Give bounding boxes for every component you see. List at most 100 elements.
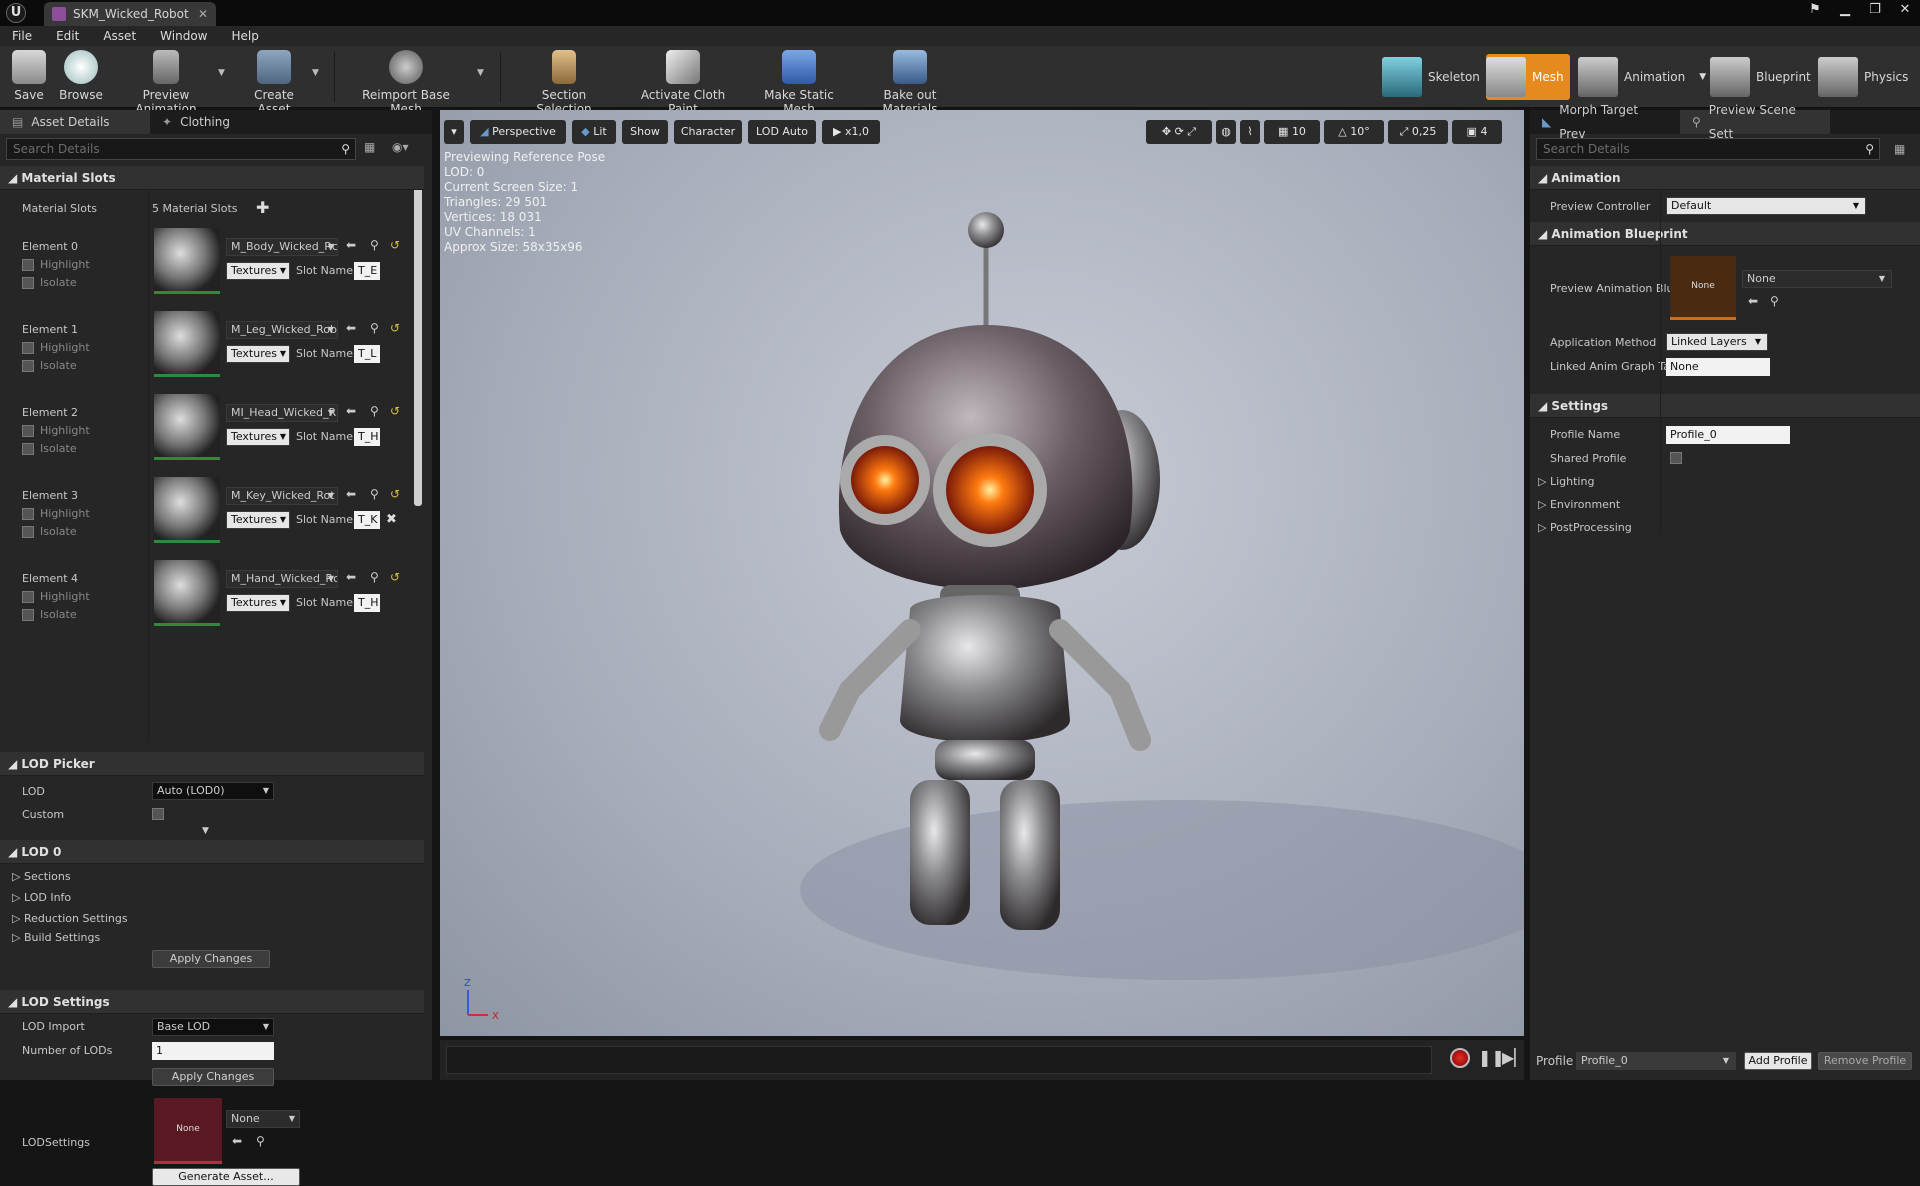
activate-cloth-paint-button[interactable]: Activate Cloth Paint (626, 50, 740, 116)
anim-blueprint-select[interactable]: None ▼ (1742, 270, 1892, 288)
preview-animation-dropdown-icon[interactable]: ▼ (218, 68, 225, 78)
scrollbar[interactable] (414, 166, 422, 506)
material-thumbnail[interactable] (154, 560, 220, 626)
reimport-base-mesh-button[interactable]: Reimport Base Mesh (348, 50, 464, 116)
tab-clothing[interactable]: ✦ Clothing (150, 110, 300, 134)
step-forward-icon[interactable]: ▶▏ (1502, 1048, 1527, 1067)
highlight-option[interactable]: Highlight (22, 341, 90, 354)
isolate-checkbox[interactable] (22, 609, 34, 621)
mode-animation[interactable]: Animation ▼ (1578, 54, 1706, 100)
menu-asset[interactable]: Asset (103, 29, 136, 43)
lod0-sections[interactable]: ▷ Sections (12, 870, 71, 883)
use-selected-arrow-icon[interactable]: ⬅ (346, 404, 356, 418)
browse-search-icon[interactable]: ⚲ (1770, 294, 1779, 308)
browse-search-icon[interactable]: ⚲ (256, 1134, 265, 1148)
isolate-option[interactable]: Isolate (22, 276, 77, 289)
scene-search-input[interactable]: Search Details ⚲ (1536, 138, 1880, 160)
reset-to-default-icon[interactable]: ↺ (390, 321, 400, 335)
profile-name-input[interactable]: Profile_0 (1666, 426, 1790, 444)
scale-snap-button[interactable]: ⤢ 0,25 (1388, 120, 1448, 144)
reset-to-default-icon[interactable]: ↺ (390, 404, 400, 418)
isolate-checkbox[interactable] (22, 277, 34, 289)
highlight-checkbox[interactable] (22, 591, 34, 603)
add-profile-button[interactable]: Add Profile (1744, 1052, 1812, 1070)
menu-edit[interactable]: Edit (56, 29, 79, 43)
textures-dropdown[interactable]: Textures ▼ (226, 262, 290, 280)
view-options-icon[interactable]: ▦ (1894, 142, 1905, 156)
profile-select[interactable]: Profile_0 ▼ (1576, 1052, 1736, 1070)
bake-out-materials-button[interactable]: Bake out Materials (858, 50, 962, 116)
lodsettings-thumbnail[interactable]: None (154, 1098, 222, 1164)
animation-dropdown-icon[interactable]: ▼ (1699, 72, 1706, 82)
lodsettings-asset-select[interactable]: None ▼ (226, 1110, 300, 1128)
highlight-checkbox[interactable] (22, 425, 34, 437)
slot-name-input[interactable]: T_H (354, 428, 380, 446)
anim-blueprint-thumbnail[interactable]: None (1670, 256, 1736, 320)
postprocessing-expander[interactable]: ▷ PostProcessing (1538, 521, 1632, 534)
lod-auto-button[interactable]: LOD Auto (748, 120, 816, 144)
save-button[interactable]: Save (8, 50, 50, 106)
close-tab-icon[interactable]: ✕ (198, 7, 208, 21)
reset-to-default-icon[interactable]: ↺ (390, 238, 400, 252)
slot-name-input[interactable]: T_E (354, 262, 380, 280)
section-selection-button[interactable]: Section Selection (516, 50, 612, 116)
surface-snap-icon[interactable]: ⌇ (1240, 120, 1260, 144)
use-selected-arrow-icon[interactable]: ⬅ (1748, 294, 1758, 308)
record-icon[interactable] (1450, 1048, 1470, 1068)
pause-icon[interactable]: ❚❚ (1478, 1048, 1505, 1067)
transform-tools-group[interactable]: ✥ ⟳ ⤢ (1146, 120, 1212, 144)
application-method-select[interactable]: Linked Layers ▼ (1666, 333, 1768, 351)
animation-category[interactable]: ◢ Animation (1530, 166, 1920, 190)
lod0-info[interactable]: ▷ LOD Info (12, 891, 71, 904)
create-asset-dropdown-icon[interactable]: ▼ (312, 68, 319, 78)
isolate-checkbox[interactable] (22, 526, 34, 538)
isolate-checkbox[interactable] (22, 443, 34, 455)
lit-button[interactable]: ◆ Lit (572, 120, 616, 144)
highlight-option[interactable]: Highlight (22, 258, 90, 271)
mode-mesh[interactable]: Mesh (1486, 54, 1570, 100)
character-button[interactable]: Character (674, 120, 742, 144)
menu-window[interactable]: Window (160, 29, 207, 43)
browse-search-icon[interactable]: ⚲ (370, 321, 379, 335)
slot-name-input[interactable]: T_K (354, 511, 380, 529)
material-thumbnail[interactable] (154, 394, 220, 460)
use-selected-arrow-icon[interactable]: ⬅ (346, 238, 356, 252)
textures-dropdown[interactable]: Textures ▼ (226, 345, 290, 363)
reimport-dropdown-icon[interactable]: ▼ (477, 68, 484, 78)
number-of-lods-input[interactable]: 1 (152, 1042, 274, 1060)
highlight-option[interactable]: Highlight (22, 424, 90, 437)
playback-speed-button[interactable]: ▶ x1,0 (822, 120, 880, 144)
textures-dropdown[interactable]: Textures ▼ (226, 594, 290, 612)
browse-button[interactable]: Browse (58, 50, 104, 106)
mode-physics[interactable]: Physics (1818, 54, 1908, 100)
browse-search-icon[interactable]: ⚲ (370, 404, 379, 418)
shared-profile-checkbox[interactable] (1670, 452, 1682, 464)
lod-settings-category[interactable]: ◢ LOD Settings (0, 990, 424, 1014)
isolate-checkbox[interactable] (22, 360, 34, 372)
linked-anim-graph-input[interactable]: None (1666, 358, 1770, 376)
document-tab[interactable]: SKM_Wicked_Robot ✕ (44, 2, 216, 26)
isolate-option[interactable]: Isolate (22, 442, 77, 455)
tab-morph-target-preview[interactable]: ◣ Morph Target Prev (1530, 103, 1680, 141)
highlight-checkbox[interactable] (22, 508, 34, 520)
expand-advanced-icon[interactable]: ▼ (202, 826, 209, 836)
grid-snap-button[interactable]: ▦ 10 (1264, 120, 1320, 144)
notification-icon[interactable]: ⚑ (1806, 2, 1824, 17)
lod-import-select[interactable]: Base LOD ▼ (152, 1018, 274, 1036)
use-selected-arrow-icon[interactable]: ⬅ (346, 321, 356, 335)
timeline-scrubber[interactable] (446, 1046, 1432, 1074)
material-slots-category[interactable]: ◢ Material Slots (0, 166, 424, 190)
view-options-icon[interactable]: ▦ (364, 140, 375, 154)
generate-asset-button[interactable]: Generate Asset... (152, 1168, 300, 1186)
lod0-build-settings[interactable]: ▷ Build Settings (12, 931, 100, 944)
world-local-icon[interactable]: ◍ (1216, 120, 1236, 144)
animation-blueprint-category[interactable]: ◢ Animation Blueprint (1530, 222, 1920, 246)
lod0-reduction-settings[interactable]: ▷ Reduction Settings (12, 912, 128, 925)
textures-dropdown[interactable]: Textures ▼ (226, 511, 290, 529)
browse-search-icon[interactable]: ⚲ (370, 238, 379, 252)
material-select[interactable]: MI_Head_Wicked_R ▼ (226, 404, 338, 422)
slot-name-input[interactable]: T_H (354, 594, 380, 612)
close-window-icon[interactable]: ✕ (1896, 2, 1914, 17)
show-button[interactable]: Show (622, 120, 668, 144)
material-select[interactable]: M_Key_Wicked_Rot ▼ (226, 487, 338, 505)
